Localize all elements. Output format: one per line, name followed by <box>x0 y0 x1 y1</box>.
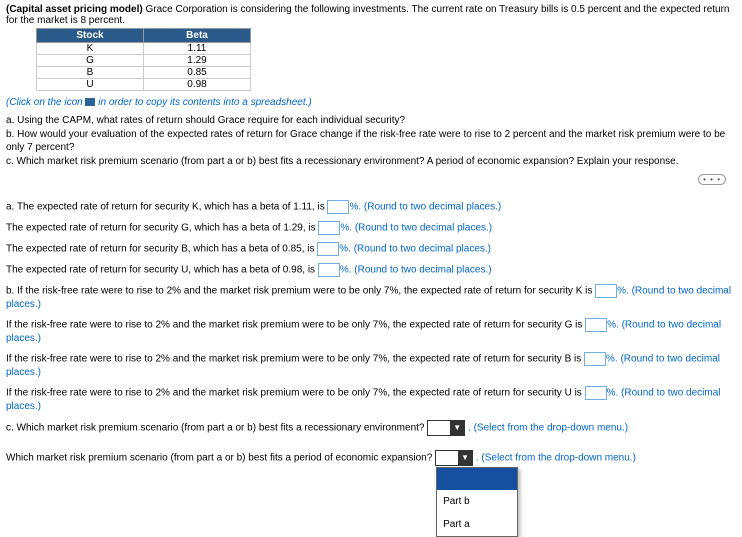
dropdown-option-partb[interactable]: Part b <box>437 490 517 513</box>
beta-table: Stock Beta K1.11 G1.29 B0.85 U0.98 <box>36 28 736 91</box>
answer-a-b: The expected rate of return for security… <box>6 242 736 256</box>
table-row: U0.98 <box>37 79 251 91</box>
answer-a-u: The expected rate of return for security… <box>6 263 736 277</box>
answer-b-b: If the risk-free rate were to rise to 2%… <box>6 352 736 379</box>
problem-container: (Capital asset pricing model) Grace Corp… <box>6 4 736 26</box>
th-stock: Stock <box>37 29 144 43</box>
select-recession[interactable]: ▼ <box>427 420 465 436</box>
spreadsheet-icon[interactable] <box>85 98 95 106</box>
dropdown-menu: Part b Part a <box>436 467 518 537</box>
table-row: G1.29 <box>37 55 251 67</box>
question-c: c. Which market risk premium scenario (f… <box>6 155 736 169</box>
input-b-g[interactable] <box>585 318 607 332</box>
input-a-u[interactable] <box>318 263 340 277</box>
input-a-b[interactable] <box>317 242 339 256</box>
table-row: K1.11 <box>37 43 251 55</box>
dropdown-option-blank[interactable] <box>437 468 517 490</box>
answer-a-g: The expected rate of return for security… <box>6 221 736 235</box>
input-b-k[interactable] <box>595 284 617 298</box>
chevron-down-icon: ▼ <box>458 451 472 465</box>
more-icon[interactable]: • • • <box>698 174 726 185</box>
answer-a-k: a. The expected rate of return for secur… <box>6 200 736 214</box>
answer-c-recession: c. Which market risk premium scenario (f… <box>6 420 736 436</box>
input-b-u[interactable] <box>585 386 607 400</box>
answer-b-g: If the risk-free rate were to rise to 2%… <box>6 318 736 345</box>
answer-b-k: b. If the risk-free rate were to rise to… <box>6 284 736 311</box>
input-a-k[interactable] <box>327 200 349 214</box>
click-note: (Click on the icon in order to copy its … <box>6 97 736 108</box>
th-beta: Beta <box>144 29 251 43</box>
question-a: a. Using the CAPM, what rates of return … <box>6 114 736 128</box>
table-row: B0.85 <box>37 67 251 79</box>
answer-c-expansion: Which market risk premium scenario (from… <box>6 450 636 466</box>
select-expansion[interactable]: ▼ Part b Part a <box>435 450 473 466</box>
chevron-down-icon: ▼ <box>450 421 464 435</box>
input-b-b[interactable] <box>584 352 606 366</box>
title-bold: (Capital asset pricing model) <box>6 4 143 15</box>
input-a-g[interactable] <box>318 221 340 235</box>
question-block: a. Using the CAPM, what rates of return … <box>6 114 736 168</box>
question-b: b. How would your evaluation of the expe… <box>6 128 736 155</box>
answer-b-u: If the risk-free rate were to rise to 2%… <box>6 386 736 413</box>
